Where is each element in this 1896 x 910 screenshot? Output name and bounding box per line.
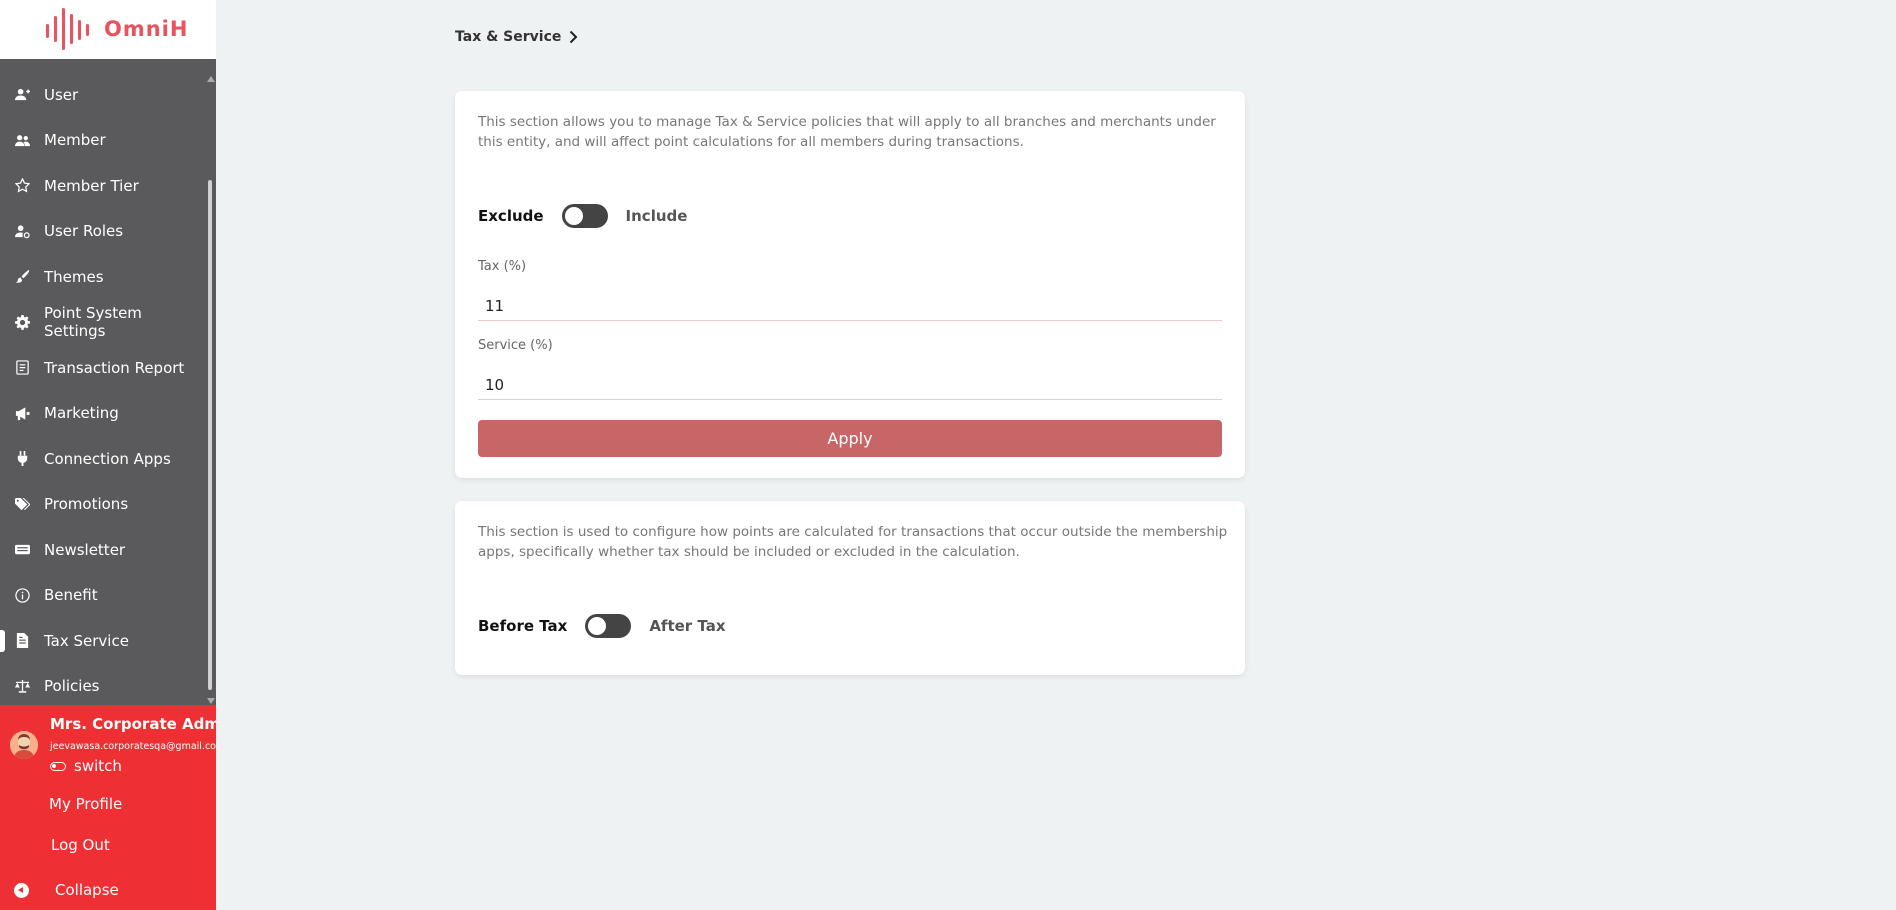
sidebar-item-label: Tax Service	[44, 631, 129, 650]
exclude-label: Exclude	[478, 207, 544, 225]
scroll-thumb[interactable]	[208, 180, 212, 690]
sidebar-item-label: Newsletter	[44, 540, 126, 559]
info-icon	[14, 587, 31, 604]
before-after-tax-row: Before Tax After Tax	[478, 614, 726, 638]
after-tax-label: After Tax	[649, 617, 726, 635]
sidebar-item-user[interactable]: User	[0, 72, 208, 118]
avatar-person-icon	[10, 731, 38, 759]
service-label: Service (%)	[478, 338, 553, 353]
user-name: Mrs. Corporate Admin	[50, 715, 216, 733]
tax-service-description: This section allows you to manage Tax & …	[478, 114, 1216, 150]
tags-icon	[14, 496, 31, 513]
log-out-link[interactable]: Log Out	[51, 836, 110, 854]
user-add-icon	[14, 86, 31, 103]
sidebar-item-label: Marketing	[44, 404, 119, 423]
star-icon	[14, 177, 31, 194]
sidebar-item-label: Benefit	[44, 586, 98, 605]
page-title: Tax & Service	[455, 29, 562, 45]
sidebar-item-user-roles[interactable]: User Roles	[0, 209, 208, 255]
sidebar-item-member-tier[interactable]: Member Tier	[0, 163, 208, 209]
toggle-icon	[50, 761, 66, 771]
logo-mark-icon	[46, 8, 89, 50]
scale-icon	[14, 678, 31, 695]
sidebar-item-label: User Roles	[44, 222, 124, 241]
sidebar-item-label: Member Tier	[44, 176, 139, 195]
report-icon	[14, 359, 31, 376]
sidebar-item-label: Member	[44, 131, 106, 150]
sidebar-item-themes[interactable]: Themes	[0, 254, 208, 300]
before-tax-label: Before Tax	[478, 617, 568, 635]
include-label: Include	[625, 207, 688, 225]
exclude-include-row: Exclude Include	[478, 204, 687, 228]
my-profile-link[interactable]: My Profile	[49, 795, 122, 813]
collapse-button[interactable]: Collapse	[14, 881, 119, 899]
profile-panel: Mrs. Corporate Admin jeevawasa.corporate…	[0, 705, 216, 910]
logo-text: OmniH	[104, 17, 189, 41]
points-calculation-description: This section is used to configure how po…	[478, 524, 1228, 560]
avatar[interactable]	[10, 731, 38, 759]
users-icon	[14, 132, 31, 149]
sidebar-item-label: User	[44, 85, 79, 104]
sidebar: OmniH User Member Member Tier User Roles…	[0, 0, 216, 910]
sidebar-item-label: Point System Settings	[43, 304, 142, 341]
plug-icon	[14, 450, 31, 467]
sidebar-nav: User Member Member Tier User Roles Theme…	[0, 72, 208, 709]
logo-bar: OmniH	[0, 0, 216, 59]
switch-label: switch	[74, 757, 122, 775]
service-input[interactable]	[478, 370, 1222, 400]
newsletter-icon	[14, 541, 31, 558]
brush-icon	[14, 268, 31, 285]
sidebar-scrollbar[interactable]	[206, 72, 215, 704]
sidebar-item-connection-apps[interactable]: Connection Apps	[0, 436, 208, 482]
megaphone-icon	[14, 405, 31, 422]
sidebar-item-benefit[interactable]: Benefit	[0, 573, 208, 619]
collapse-arrow-icon	[14, 882, 29, 898]
sidebar-item-label: Themes	[44, 267, 104, 286]
exclude-include-toggle[interactable]	[561, 204, 608, 228]
sidebar-item-newsletter[interactable]: Newsletter	[0, 527, 208, 573]
user-email: jeevawasa.corporatesqa@gmail.com	[50, 741, 216, 752]
tax-label: Tax (%)	[478, 259, 527, 274]
chevron-right-icon	[570, 30, 578, 44]
sidebar-item-policies[interactable]: Policies	[0, 664, 208, 710]
tax-input[interactable]	[478, 291, 1222, 321]
breadcrumb[interactable]: Tax & Service	[455, 29, 578, 45]
tax-service-card: This section allows you to manage Tax & …	[455, 91, 1245, 478]
active-indicator	[0, 630, 5, 652]
gear-icon	[14, 314, 31, 331]
points-calculation-card: This section is used to configure how po…	[455, 501, 1245, 675]
collapse-label: Collapse	[55, 881, 119, 899]
sidebar-item-marketing[interactable]: Marketing	[0, 391, 208, 437]
sidebar-item-label: Policies	[44, 677, 100, 696]
scroll-down-arrow-icon[interactable]	[207, 698, 215, 704]
sidebar-item-promotions[interactable]: Promotions	[0, 482, 208, 528]
user-gear-icon	[14, 223, 31, 240]
sidebar-item-tax-service[interactable]: Tax Service	[0, 618, 208, 664]
sidebar-item-transaction-report[interactable]: Transaction Report	[0, 345, 208, 391]
sidebar-item-label: Transaction Report	[44, 358, 185, 377]
sidebar-item-point-system-settings[interactable]: Point System Settings	[0, 300, 208, 346]
document-icon	[14, 632, 31, 649]
sidebar-item-label: Promotions	[44, 495, 129, 514]
before-after-tax-toggle[interactable]	[585, 614, 632, 638]
switch-toggle[interactable]: switch	[50, 757, 122, 775]
sidebar-item-label: Connection Apps	[44, 449, 171, 468]
apply-button[interactable]: Apply	[478, 420, 1222, 457]
sidebar-item-member[interactable]: Member	[0, 118, 208, 164]
logo[interactable]: OmniH	[44, 6, 188, 52]
scroll-up-arrow-icon[interactable]	[207, 76, 215, 82]
